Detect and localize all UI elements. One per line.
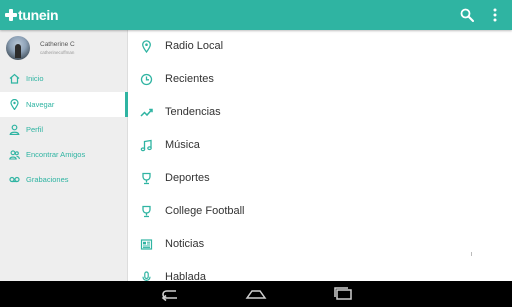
trending-icon: [140, 108, 153, 117]
music-note-icon: [140, 139, 152, 152]
back-icon[interactable]: [160, 286, 180, 302]
list-item-noticias[interactable]: Noticias: [128, 228, 512, 262]
list-item-label: Hablada: [165, 271, 206, 281]
more-vert-icon[interactable]: [488, 7, 502, 23]
people-icon: [9, 150, 20, 160]
sidebar-item-inicio[interactable]: Inicio: [0, 66, 128, 91]
home-icon: [9, 73, 20, 84]
browse-list[interactable]: Radio Local Recientes Tendencias Música …: [128, 30, 512, 281]
list-item-label: College Football: [165, 205, 245, 217]
system-nav-bar: [0, 281, 512, 307]
sidebar-item-perfil[interactable]: Perfil: [0, 117, 128, 142]
tunein-logo[interactable]: tunein: [5, 7, 59, 23]
trophy-icon: [142, 172, 151, 185]
navigation-drawer: Catherine C catherinecoffman Inicio Nave…: [0, 30, 128, 281]
location-pin-icon: [142, 40, 151, 53]
sidebar-item-navegar[interactable]: Navegar: [0, 92, 128, 117]
list-item-deportes[interactable]: Deportes: [128, 162, 512, 196]
sidebar-item-label: Navegar: [26, 100, 55, 109]
logo-text: tunein: [18, 7, 59, 23]
plus-icon: [5, 9, 17, 21]
sidebar-item-grabaciones[interactable]: Grabaciones: [0, 167, 128, 192]
list-item-hablada[interactable]: Hablada: [128, 261, 512, 281]
list-item-label: Recientes: [165, 73, 214, 85]
microphone-icon: [142, 271, 151, 281]
list-item-label: Radio Local: [165, 40, 224, 52]
sidebar-item-label: Inicio: [26, 74, 44, 83]
list-item-label: Noticias: [165, 238, 205, 250]
scrollbar[interactable]: [471, 252, 472, 256]
clock-icon: [140, 73, 153, 86]
avatar[interactable]: [6, 36, 30, 60]
home-button-icon[interactable]: [245, 286, 267, 302]
user-profile[interactable]: Catherine C catherinecoffman: [0, 30, 128, 66]
list-item-label: Música: [165, 139, 200, 151]
trophy-icon: [142, 205, 151, 218]
recents-icon[interactable]: [332, 286, 354, 302]
app-bar: tunein: [0, 0, 512, 30]
list-item-musica[interactable]: Música: [128, 129, 512, 163]
list-item-college-football[interactable]: College Football: [128, 195, 512, 229]
list-item-label: Deportes: [165, 172, 210, 184]
sidebar-item-label: Perfil: [26, 125, 44, 134]
list-item-recientes[interactable]: Recientes: [128, 63, 512, 97]
profile-handle: catherinecoffman: [40, 50, 75, 55]
sidebar-item-encontrar-amigos[interactable]: Encontrar Amigos: [0, 142, 128, 167]
voicemail-icon: [9, 176, 20, 183]
profile-name: Catherine C: [40, 41, 75, 48]
newspaper-icon: [140, 239, 153, 250]
list-item-radio-local[interactable]: Radio Local: [128, 30, 512, 64]
list-item-label: Tendencias: [165, 106, 221, 118]
person-icon: [9, 124, 20, 135]
location-pin-icon: [10, 99, 19, 110]
sidebar-item-label: Encontrar Amigos: [26, 150, 86, 159]
sidebar-item-label: Grabaciones: [26, 175, 69, 184]
search-icon[interactable]: [460, 8, 474, 22]
list-item-tendencias[interactable]: Tendencias: [128, 96, 512, 130]
